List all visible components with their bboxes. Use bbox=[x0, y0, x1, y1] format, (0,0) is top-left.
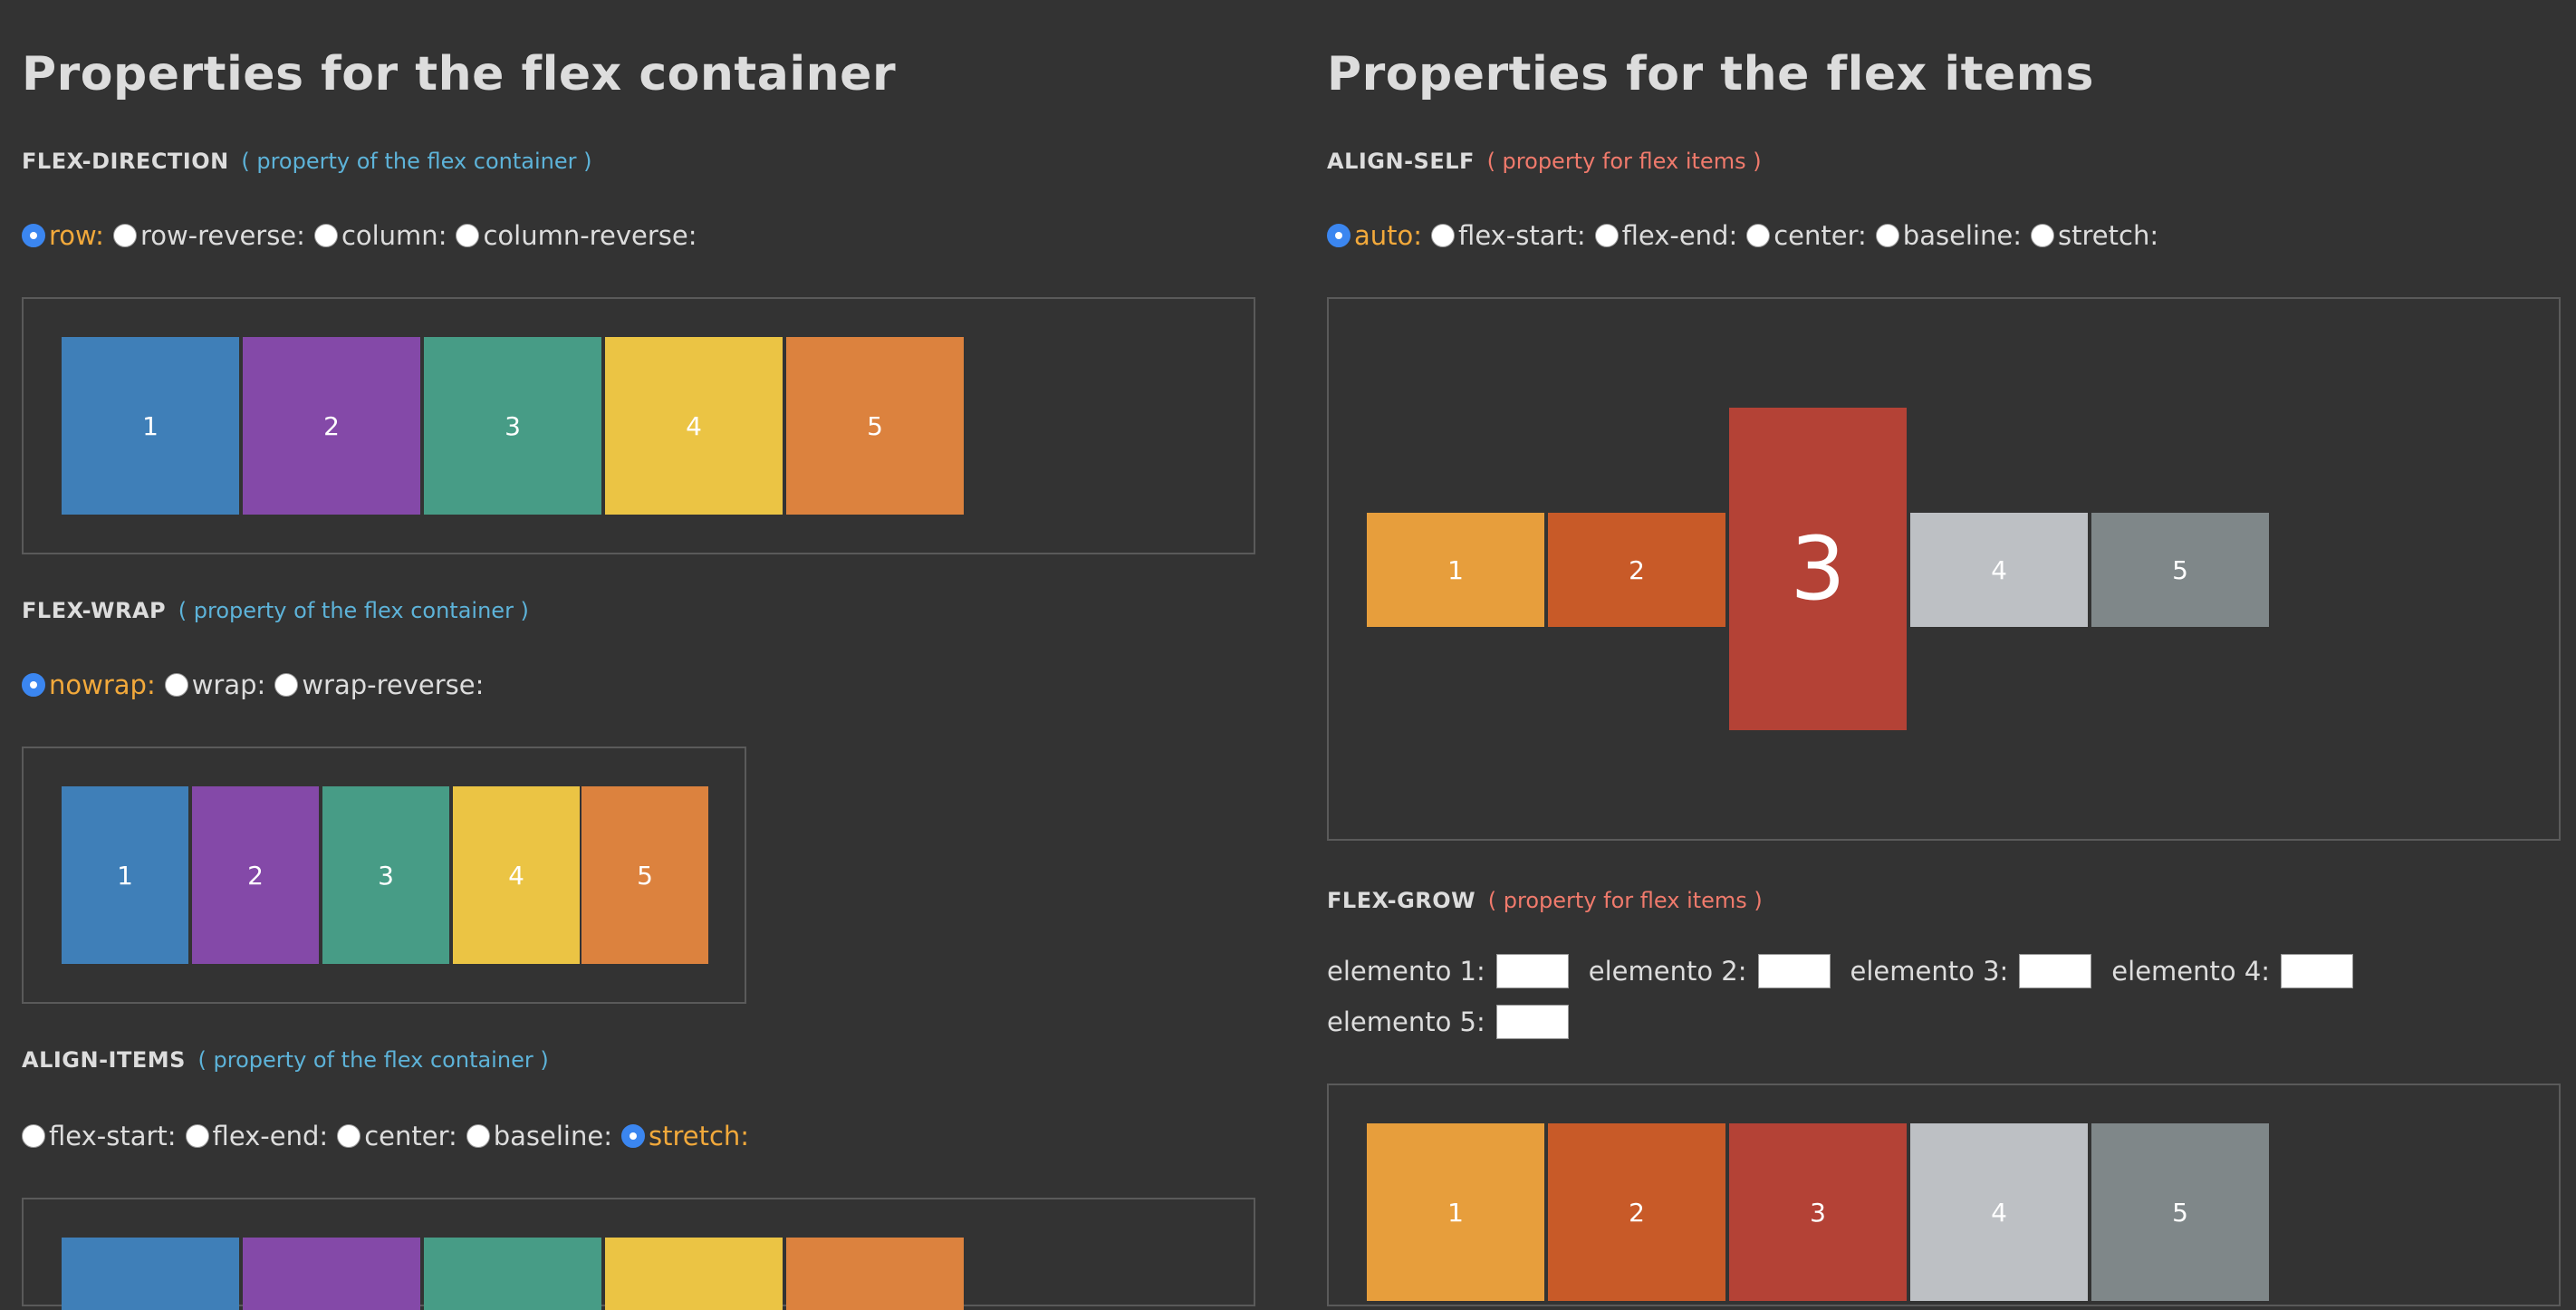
align-items-options: flex-start: flex-end: center: baseline: … bbox=[22, 1118, 749, 1154]
flex-grow-note: ( property for flex items ) bbox=[1487, 888, 1763, 913]
flex-grow-field-1: elemento 1: bbox=[1327, 954, 1569, 988]
flex-wrap-options: nowrap: wrap: wrap-reverse: bbox=[22, 667, 484, 703]
flex-item-5 bbox=[786, 1238, 964, 1310]
radio-button-icon[interactable] bbox=[313, 224, 338, 247]
radio-button-icon[interactable] bbox=[22, 673, 45, 697]
flex-item-2: 2 bbox=[1548, 513, 1725, 627]
radio-button-icon[interactable] bbox=[1875, 224, 1899, 247]
flex-item-3: 3 bbox=[1729, 408, 1907, 730]
flex-item-4: 4 bbox=[1910, 1123, 2088, 1301]
radio-button-icon[interactable] bbox=[1746, 224, 1771, 247]
radio-flex-start[interactable]: flex-start: bbox=[1431, 220, 1586, 251]
flex-wrap-label: FLEX-WRAP bbox=[22, 598, 167, 623]
flex-item-3 bbox=[424, 1238, 601, 1310]
flex-grow-input-3[interactable] bbox=[2019, 954, 2092, 988]
flex-item-1: 1 bbox=[1367, 513, 1544, 627]
radio-button-icon[interactable] bbox=[22, 1124, 45, 1148]
radio-nowrap[interactable]: nowrap: bbox=[22, 669, 156, 700]
flex-grow-input-4[interactable] bbox=[2281, 954, 2354, 988]
align-self-title: ALIGN-SELF ( property for flex items ) bbox=[1327, 149, 1762, 174]
flex-item-1: 1 bbox=[62, 337, 239, 515]
radio-stretch[interactable]: stretch: bbox=[2031, 220, 2158, 251]
radio-button-icon[interactable] bbox=[1594, 224, 1619, 247]
flex-direction-options: row: row-reverse: column: column-reverse… bbox=[22, 217, 697, 254]
radio-flex-start[interactable]: flex-start: bbox=[22, 1121, 177, 1151]
radio-baseline[interactable]: baseline: bbox=[1875, 220, 2022, 251]
flex-item-4: 4 bbox=[1910, 513, 2088, 627]
radio-button-icon[interactable] bbox=[274, 673, 299, 697]
flex-grow-fields-row-1: elemento 1: elemento 2: elemento 3: elem… bbox=[1327, 953, 2373, 989]
radio-center[interactable]: center: bbox=[337, 1121, 457, 1151]
radio-button-icon[interactable] bbox=[1327, 224, 1350, 247]
radio-button-icon[interactable] bbox=[621, 1124, 645, 1148]
radio-flex-end[interactable]: flex-end: bbox=[185, 1121, 328, 1151]
flex-item-1: 1 bbox=[1367, 1123, 1544, 1301]
page-heading-container: Properties for the flex container bbox=[22, 47, 897, 101]
radio-button-icon[interactable] bbox=[456, 224, 480, 247]
flex-item-3: 3 bbox=[424, 337, 601, 515]
radio-button-icon[interactable] bbox=[337, 1124, 361, 1148]
page-heading-items: Properties for the flex items bbox=[1327, 47, 2094, 101]
flex-direction-label: FLEX-DIRECTION bbox=[22, 149, 229, 174]
flex-item-5: 5 bbox=[786, 337, 964, 515]
radio-column[interactable]: column: bbox=[313, 220, 447, 251]
flex-item-5: 5 bbox=[2091, 513, 2269, 627]
radio-button-icon[interactable] bbox=[1431, 224, 1456, 247]
flex-item-1 bbox=[62, 1238, 239, 1310]
flex-direction-demo-box: 1 2 3 4 5 bbox=[22, 297, 1255, 554]
flex-item-4 bbox=[605, 1238, 783, 1310]
radio-stretch[interactable]: stretch: bbox=[621, 1121, 749, 1151]
flex-item-5: 5 bbox=[2091, 1123, 2269, 1301]
align-items-demo-box bbox=[22, 1198, 1255, 1310]
radio-baseline[interactable]: baseline: bbox=[466, 1121, 612, 1151]
flex-grow-field-2: elemento 2: bbox=[1589, 954, 1831, 988]
radio-button-icon[interactable] bbox=[2031, 224, 2055, 247]
flex-item-4: 4 bbox=[453, 786, 580, 964]
radio-button-icon[interactable] bbox=[164, 673, 188, 697]
flex-item-4: 4 bbox=[605, 337, 783, 515]
flex-grow-input-5[interactable] bbox=[1495, 1005, 1569, 1039]
flex-grow-demo-box: 1 2 3 4 5 bbox=[1327, 1084, 2561, 1306]
align-self-note: ( property for flex items ) bbox=[1486, 149, 1762, 174]
radio-button-icon[interactable] bbox=[22, 224, 45, 247]
flex-wrap-demo-box: 1 2 3 4 5 bbox=[22, 747, 746, 1004]
align-items-title: ALIGN-ITEMS ( property of the flex conta… bbox=[22, 1047, 549, 1073]
flex-grow-input-1[interactable] bbox=[1495, 954, 1569, 988]
radio-center[interactable]: center: bbox=[1746, 220, 1867, 251]
radio-wrap[interactable]: wrap: bbox=[164, 669, 265, 700]
flex-item-3: 3 bbox=[322, 786, 449, 964]
flex-grow-field-5: elemento 5: bbox=[1327, 1005, 1569, 1039]
align-items-note: ( property of the flex container ) bbox=[197, 1047, 549, 1073]
flex-item-2 bbox=[243, 1238, 420, 1310]
flex-wrap-note: ( property of the flex container ) bbox=[178, 598, 529, 623]
radio-button-icon[interactable] bbox=[112, 224, 137, 247]
flex-grow-field-4: elemento 4: bbox=[2111, 954, 2354, 988]
flex-wrap-title: FLEX-WRAP ( property of the flex contain… bbox=[22, 598, 529, 623]
flex-grow-fields-row-2: elemento 5: bbox=[1327, 1004, 1589, 1040]
flex-item-3: 3 bbox=[1729, 1123, 1907, 1301]
flex-item-2: 2 bbox=[192, 786, 319, 964]
radio-auto[interactable]: auto: bbox=[1327, 220, 1422, 251]
flex-grow-label: FLEX-GROW bbox=[1327, 888, 1476, 913]
flex-grow-input-2[interactable] bbox=[1757, 954, 1831, 988]
radio-row[interactable]: row: bbox=[22, 220, 104, 251]
radio-button-icon[interactable] bbox=[185, 1124, 209, 1148]
radio-wrap-reverse[interactable]: wrap-reverse: bbox=[274, 669, 484, 700]
flex-item-5: 5 bbox=[582, 786, 708, 964]
align-self-demo-box: 1 2 3 4 5 bbox=[1327, 297, 2561, 841]
flex-grow-field-3: elemento 3: bbox=[1850, 954, 2092, 988]
flex-item-2: 2 bbox=[1548, 1123, 1725, 1301]
radio-row-reverse[interactable]: row-reverse: bbox=[112, 220, 305, 251]
align-items-label: ALIGN-ITEMS bbox=[22, 1047, 186, 1073]
align-self-label: ALIGN-SELF bbox=[1327, 149, 1475, 174]
align-self-options: auto: flex-start: flex-end: center: base… bbox=[1327, 217, 2158, 254]
radio-flex-end[interactable]: flex-end: bbox=[1594, 220, 1737, 251]
flex-item-1: 1 bbox=[62, 786, 188, 964]
flex-grow-title: FLEX-GROW ( property for flex items ) bbox=[1327, 888, 1763, 913]
flex-direction-title: FLEX-DIRECTION ( property of the flex co… bbox=[22, 149, 592, 174]
flex-direction-note: ( property of the flex container ) bbox=[241, 149, 592, 174]
flex-item-2: 2 bbox=[243, 337, 420, 515]
radio-column-reverse[interactable]: column-reverse: bbox=[456, 220, 697, 251]
radio-button-icon[interactable] bbox=[466, 1124, 490, 1148]
